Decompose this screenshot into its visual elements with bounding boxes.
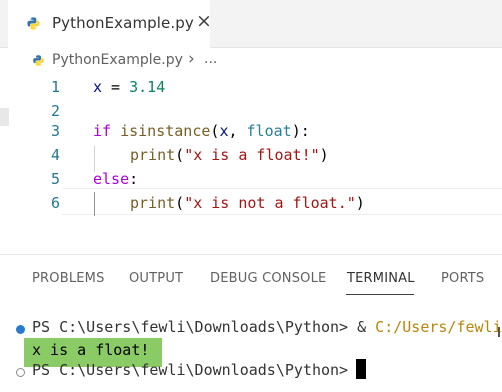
code-text: print("x is not a float.") (130, 194, 365, 212)
terminal-cursor (356, 359, 366, 379)
idle-dot-icon (16, 368, 25, 377)
tab-output[interactable]: OUTPUT (129, 271, 183, 286)
token: else (93, 170, 130, 188)
tab-terminal[interactable]: TERMINAL (347, 271, 415, 286)
code-text: else: (93, 170, 138, 188)
token: if (93, 122, 112, 140)
close-icon[interactable]: × (196, 12, 212, 31)
success-dot-icon (16, 325, 25, 334)
token: isinstance (120, 122, 211, 140)
active-tab-indicator (346, 294, 414, 295)
code-text: if isinstance(x, float): (93, 122, 310, 140)
breadcrumb-file[interactable]: PythonExample.py (52, 52, 183, 68)
breadcrumb-more[interactable]: ... (204, 51, 217, 67)
line-number: 4 (50, 146, 60, 164)
tab-problems[interactable]: PROBLEMS (32, 271, 105, 286)
tab-label: PythonExample.py (52, 14, 194, 32)
token: 3.14 (129, 78, 166, 96)
terminal-path-link[interactable]: C:/Users/fewli/ (375, 318, 502, 336)
token: "x is not a float." (184, 194, 356, 212)
token: ( (175, 194, 185, 212)
token: : (129, 170, 139, 188)
code-line[interactable]: 4 print("x is a float!") (0, 146, 502, 170)
python-file-icon (33, 55, 44, 66)
token: = (102, 78, 130, 96)
token: float (246, 122, 292, 140)
token: ) (319, 146, 329, 164)
terminal-prompt: PS C:\Users\fewli\Downloads\Python> (32, 361, 358, 379)
terminal-text: PS C:\Users\fewli\Downloads\Python> & C:… (32, 318, 502, 336)
line-number: 5 (50, 170, 60, 188)
tab-debug-console[interactable]: DEBUG CONSOLE (210, 271, 326, 286)
bottom-panel: PROBLEMS OUTPUT DEBUG CONSOLE TERMINAL P… (0, 254, 502, 392)
chevron-right-icon: › (188, 49, 195, 69)
code-line[interactable]: 1 x = 3.14 (0, 78, 502, 102)
token: x (93, 78, 103, 96)
code-text: print("x is a float!") (130, 146, 329, 164)
token: print (130, 146, 176, 164)
code-line[interactable]: 5 else: (0, 170, 502, 194)
code-editor[interactable]: 1 x = 3.14 2 3 if isinstance(x, float): … (0, 74, 502, 254)
token: , (228, 122, 247, 140)
tab-ports[interactable]: PORTS (441, 271, 484, 286)
code-text: x = 3.14 (93, 78, 165, 96)
terminal-line[interactable]: PS C:\Users\fewli\Downloads\Python> (0, 361, 502, 383)
code-line[interactable]: 6 print("x is not a float.") (0, 194, 502, 218)
token: ( (175, 146, 185, 164)
code-line[interactable]: 3 if isinstance(x, float): (0, 122, 502, 146)
line-number: 2 (50, 102, 60, 120)
terminal-prompt: PS C:\Users\fewli\Downloads\Python> & (32, 318, 376, 336)
token: ) (355, 194, 365, 212)
line-number: 1 (50, 78, 60, 96)
python-file-icon (27, 17, 40, 30)
line-number: 6 (50, 194, 60, 212)
line-number: 3 (50, 122, 60, 140)
terminal-output: x is a float! (32, 341, 150, 359)
breadcrumb: PythonExample.py › ... (0, 48, 502, 74)
token: ): (291, 122, 310, 140)
token: "x is a float!" (184, 146, 320, 164)
editor-tab-bar: PythonExample.py × (0, 0, 502, 48)
terminal-line[interactable]: PS C:\Users\fewli\Downloads\Python> & C:… (0, 318, 502, 340)
token: print (130, 194, 176, 212)
terminal-scroll-indicator (498, 327, 500, 337)
tab-python-example[interactable]: PythonExample.py × (8, 0, 212, 48)
